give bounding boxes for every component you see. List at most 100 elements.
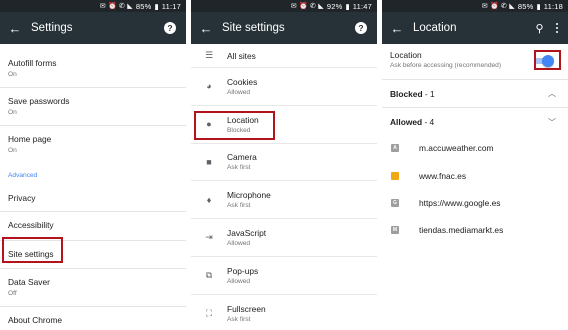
item-label: Cookies xyxy=(227,76,258,87)
settings-item-about[interactable]: About Chrome xyxy=(0,307,186,330)
battery-level: 85% xyxy=(517,1,534,11)
item-label: Privacy xyxy=(8,193,36,203)
back-arrow-icon[interactable]: ← xyxy=(384,21,410,36)
battery-level: 85% xyxy=(135,1,152,11)
app-bar: ← Site settings ? xyxy=(191,12,377,44)
site-setting-javascript[interactable]: ⇥ JavaScript Allowed xyxy=(191,219,377,257)
more-options-icon[interactable] xyxy=(555,22,558,34)
status-bar: ✉ ⏰ ✆ ◣ 85% ▮ 11:17 xyxy=(0,0,186,12)
status-icons: ✉ ⏰ ✆ ◣ xyxy=(99,3,133,10)
popup-icon: ⧉ xyxy=(205,269,213,280)
blocked-group-header[interactable]: Blocked - 1 ︿ xyxy=(382,80,568,108)
site-setting-cookies[interactable]: ◕ Cookies Allowed xyxy=(191,68,377,106)
allowed-site-item[interactable]: M tiendas.mediamarkt.es xyxy=(382,219,568,241)
status-icons: ✉ ⏰ ✆ ◣ xyxy=(290,3,324,10)
highlight-box-location-toggle xyxy=(534,50,561,70)
settings-item-data-saver[interactable]: Data Saver Off xyxy=(0,269,186,307)
highlight-box-site-settings xyxy=(2,237,63,263)
javascript-icon: ⇥ xyxy=(205,232,213,243)
item-label: Home page xyxy=(8,134,52,144)
chevron-down-icon[interactable]: ﹀ xyxy=(548,117,556,128)
allowed-site-item[interactable]: A m.accuweather.com xyxy=(382,137,568,159)
settings-screen: ✉ ⏰ ✆ ◣ 85% ▮ 11:17 ← Settings ? Autofil… xyxy=(0,0,186,330)
settings-list: Autofill forms On Save passwords On Home… xyxy=(0,50,186,330)
cookie-icon: ◕ xyxy=(206,81,212,92)
site-favicon-icon: M xyxy=(391,226,399,234)
clock: 11:47 xyxy=(352,1,372,11)
search-icon[interactable]: ⚲ xyxy=(536,22,544,35)
settings-item-home-page[interactable]: Home page On xyxy=(0,126,186,164)
site-settings-list: ☰ All sites ◕ Cookies Allowed ● Location… xyxy=(191,44,377,330)
blocked-count: - 1 xyxy=(424,88,435,99)
battery-level: 92% xyxy=(326,1,343,11)
item-status: Ask first xyxy=(227,164,251,172)
site-setting-camera[interactable]: ■ Camera Ask first xyxy=(191,144,377,182)
status-icons: ✉ ⏰ ✆ ◣ xyxy=(481,3,515,10)
site-setting-popups[interactable]: ⧉ Pop-ups Allowed xyxy=(191,257,377,295)
item-label: Accessibility xyxy=(8,220,54,230)
site-setting-all-sites[interactable]: ☰ All sites xyxy=(191,44,377,68)
item-label: Microphone xyxy=(227,190,271,201)
site-favicon-icon xyxy=(391,172,399,180)
page-title: Site settings xyxy=(222,22,285,34)
blocked-label: Blocked xyxy=(390,88,423,99)
item-label: All sites xyxy=(227,50,256,61)
clock: 11:18 xyxy=(543,1,563,11)
settings-item-privacy[interactable]: Privacy xyxy=(0,185,186,212)
item-label: Camera xyxy=(227,152,257,163)
item-status: Off xyxy=(8,290,17,297)
page-title: Location xyxy=(413,22,457,34)
item-label: Fullscreen xyxy=(227,304,266,315)
settings-item-save-passwords[interactable]: Save passwords On xyxy=(0,88,186,126)
item-status: On xyxy=(8,109,17,116)
list-icon: ☰ xyxy=(204,50,214,60)
help-icon[interactable]: ? xyxy=(164,22,176,34)
back-arrow-icon[interactable]: ← xyxy=(2,21,28,36)
battery-icon: ▮ xyxy=(345,1,350,11)
item-label: Autofill forms xyxy=(8,58,57,68)
item-status: Allowed xyxy=(227,88,251,96)
site-settings-screen: ✉ ⏰ ✆ ◣ 92% ▮ 11:47 ← Site settings ? ☰ … xyxy=(191,0,377,330)
item-status: Allowed xyxy=(227,240,251,248)
item-status: On xyxy=(8,71,17,78)
app-bar: ← Settings ? xyxy=(0,12,186,44)
item-label: Save passwords xyxy=(8,96,70,106)
site-url: tiendas.mediamarkt.es xyxy=(419,225,504,235)
item-status: Ask first xyxy=(227,316,251,324)
app-bar: ← Location ⚲ xyxy=(382,12,568,44)
camera-icon: ■ xyxy=(206,156,212,167)
allowed-count: - 4 xyxy=(424,117,435,127)
site-url: https://www.google.es xyxy=(419,198,501,208)
allowed-label: Allowed xyxy=(390,117,423,127)
item-label: About Chrome xyxy=(8,315,62,325)
highlight-box-location xyxy=(194,111,275,140)
item-status: On xyxy=(8,147,17,154)
battery-icon: ▮ xyxy=(536,1,541,11)
site-setting-microphone[interactable]: ♦ Microphone Ask first xyxy=(191,181,377,220)
battery-icon: ▮ xyxy=(154,1,159,11)
microphone-icon: ♦ xyxy=(206,194,212,205)
status-bar: ✉ ⏰ ✆ ◣ 85% ▮ 11:18 xyxy=(382,0,568,12)
status-bar: ✉ ⏰ ✆ ◣ 92% ▮ 11:47 xyxy=(191,0,377,12)
clock: 11:17 xyxy=(161,1,181,11)
allowed-site-item[interactable]: www.fnac.es xyxy=(382,165,568,187)
site-favicon-icon: G xyxy=(391,199,399,207)
allowed-site-item[interactable]: G https://www.google.es xyxy=(382,192,568,214)
site-favicon-icon: A xyxy=(391,144,399,152)
site-url: m.accuweather.com xyxy=(419,143,494,153)
allowed-group-header[interactable]: Allowed - 4 ﹀ xyxy=(382,108,568,136)
section-header-advanced: Advanced xyxy=(8,172,38,179)
settings-item-autofill[interactable]: Autofill forms On xyxy=(0,50,186,88)
item-status: Ask first xyxy=(227,202,251,210)
site-setting-fullscreen[interactable]: ⛶ Fullscreen Ask first xyxy=(191,295,377,330)
item-label: JavaScript xyxy=(227,228,267,239)
page-title: Settings xyxy=(31,22,73,34)
back-arrow-icon[interactable]: ← xyxy=(193,21,219,36)
site-url: www.fnac.es xyxy=(419,171,467,181)
help-icon[interactable]: ? xyxy=(355,22,367,34)
item-label: Data Saver xyxy=(8,277,50,287)
fullscreen-icon: ⛶ xyxy=(205,308,213,319)
item-label: Pop-ups xyxy=(227,265,259,276)
location-screen: ✉ ⏰ ✆ ◣ 85% ▮ 11:18 ← Location ⚲ Locatio… xyxy=(382,0,568,330)
chevron-up-icon[interactable]: ︿ xyxy=(548,88,556,99)
